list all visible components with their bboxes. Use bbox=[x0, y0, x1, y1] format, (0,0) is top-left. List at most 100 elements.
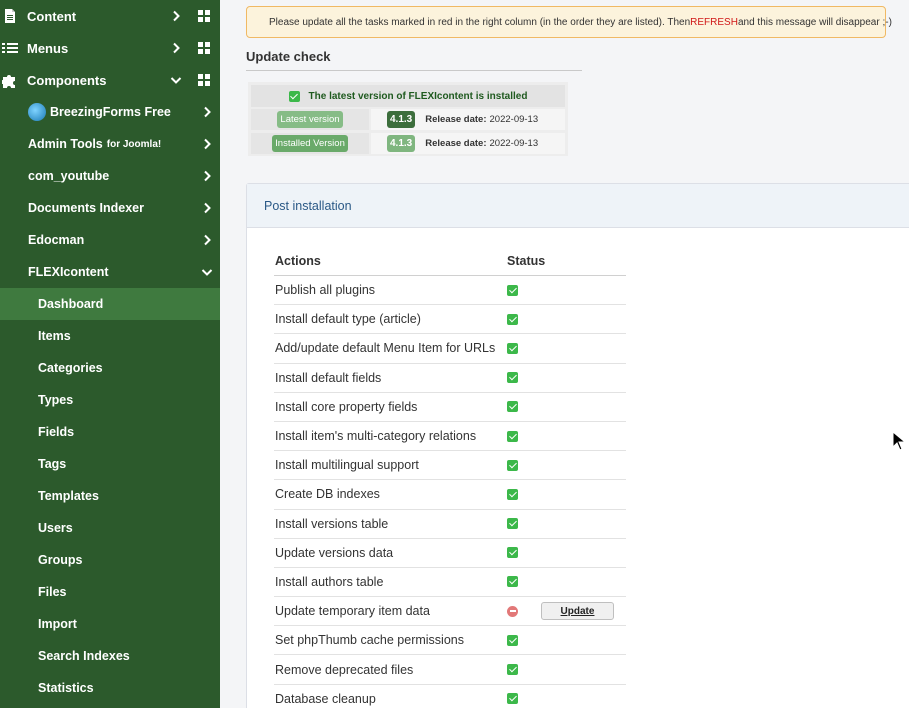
status-cell bbox=[507, 342, 626, 354]
sidebar-item-label: Groups bbox=[38, 553, 83, 567]
sidebar-item-label: Documents Indexer bbox=[28, 201, 145, 215]
sidebar-item-breezingforms[interactable]: BreezingForms Free bbox=[0, 96, 220, 128]
status-cell bbox=[507, 401, 626, 413]
actions-table: Actions Status Publish all plugins Instal… bbox=[274, 246, 626, 708]
table-row: Install default fields bbox=[274, 364, 626, 393]
sidebar-item-menus[interactable]: Menus bbox=[0, 32, 220, 64]
action-label: Install authors table bbox=[275, 574, 384, 589]
status-column-header: Status bbox=[507, 253, 546, 268]
check-icon bbox=[507, 430, 518, 442]
mouse-cursor-icon bbox=[892, 431, 906, 451]
action-label: Update temporary item data bbox=[275, 604, 430, 619]
pending-icon bbox=[507, 605, 518, 617]
sidebar: Content Menus Components BreezingForms F… bbox=[0, 0, 220, 708]
table-row: Install authors table bbox=[274, 568, 626, 598]
sidebar-item-dashboard[interactable]: Dashboard bbox=[0, 288, 220, 320]
check-icon bbox=[288, 90, 300, 102]
sidebar-item-admin-tools[interactable]: Admin Tools for Joomla! bbox=[0, 128, 220, 160]
sidebar-item-items[interactable]: Items bbox=[0, 320, 220, 352]
sidebar-item-flexicontent[interactable]: FLEXIcontent bbox=[0, 256, 220, 288]
alert-text: Please update all the tasks marked in re… bbox=[269, 16, 691, 28]
action-label: Install multilingual support bbox=[275, 458, 419, 473]
sidebar-item-files[interactable]: Files bbox=[0, 576, 220, 608]
status-cell bbox=[507, 313, 626, 325]
update-check-panel: The latest version of FLEXIcontent is in… bbox=[248, 82, 568, 156]
sidebar-item-label: Edocman bbox=[28, 233, 85, 247]
sidebar-item-label: BreezingForms Free bbox=[50, 105, 171, 119]
sidebar-item-categories[interactable]: Categories bbox=[0, 352, 220, 384]
sidebar-item-templates[interactable]: Templates bbox=[0, 480, 220, 512]
latest-version-badge: 4.1.3 bbox=[387, 111, 416, 128]
sidebar-item-label: Admin Tools bbox=[28, 137, 103, 151]
sidebar-item-import[interactable]: Import bbox=[0, 608, 220, 640]
status-cell bbox=[507, 634, 626, 646]
chevron-right-icon bbox=[201, 234, 213, 246]
divider bbox=[246, 70, 582, 71]
status-cell bbox=[507, 664, 626, 676]
sidebar-item-label: com_youtube bbox=[28, 169, 110, 183]
sidebar-item-label: Categories bbox=[38, 361, 103, 375]
update-button[interactable]: Update bbox=[541, 602, 614, 621]
sidebar-item-label: Search Indexes bbox=[38, 649, 130, 663]
sidebar-item-edocman[interactable]: Edocman bbox=[0, 224, 220, 256]
table-header: Actions Status bbox=[274, 246, 626, 276]
sidebar-item-statistics[interactable]: Statistics bbox=[0, 672, 220, 704]
chevron-right-icon bbox=[201, 106, 213, 118]
table-row: Install multilingual support bbox=[274, 451, 626, 481]
sidebar-item-content[interactable]: Content bbox=[0, 0, 220, 32]
action-label: Install item's multi-category relations bbox=[275, 429, 477, 444]
sidebar-item-label: Items bbox=[38, 329, 71, 343]
table-row: Publish all plugins bbox=[274, 276, 626, 306]
action-label: Update versions data bbox=[275, 545, 394, 560]
status-cell bbox=[507, 284, 626, 296]
sidebar-item-label: Files bbox=[38, 585, 67, 599]
sidebar-item-label: Dashboard bbox=[38, 297, 104, 311]
sidebar-item-label: Menus bbox=[27, 40, 69, 56]
sidebar-item-components[interactable]: Components bbox=[0, 64, 220, 96]
latest-version-row: Latest version 4.1.3 Release date: 2022-… bbox=[251, 108, 565, 131]
chevron-right-icon bbox=[170, 42, 182, 54]
action-label: Install default fields bbox=[275, 370, 382, 385]
sidebar-item-users[interactable]: Users bbox=[0, 512, 220, 544]
sidebar-item-com-youtube[interactable]: com_youtube bbox=[0, 160, 220, 192]
check-icon bbox=[507, 518, 518, 530]
check-icon bbox=[507, 401, 518, 413]
status-cell bbox=[507, 518, 626, 530]
chevron-right-icon bbox=[201, 138, 213, 150]
table-row: Update versions data bbox=[274, 539, 626, 568]
chevron-right-icon bbox=[170, 10, 182, 22]
table-row: Remove deprecated files bbox=[274, 655, 626, 685]
sidebar-item-label: Users bbox=[38, 521, 73, 535]
table-row: Create DB indexes bbox=[274, 480, 626, 510]
sidebar-item-tags[interactable]: Tags bbox=[0, 448, 220, 480]
check-icon bbox=[507, 459, 518, 471]
table-row: Add/update default Menu Item for URLs bbox=[274, 334, 626, 364]
sidebar-item-label: Content bbox=[27, 8, 77, 24]
sidebar-item-fields[interactable]: Fields bbox=[0, 416, 220, 448]
status-cell: Update bbox=[507, 602, 626, 621]
sidebar-item-search-indexes[interactable]: Search Indexes bbox=[0, 640, 220, 672]
table-row: Set phpThumb cache permissions bbox=[274, 626, 626, 656]
release-date-value: 2022-09-13 bbox=[489, 114, 539, 125]
status-cell bbox=[507, 488, 626, 500]
breezingforms-logo-icon bbox=[28, 103, 46, 121]
action-label: Database cleanup bbox=[275, 691, 376, 706]
sidebar-item-groups[interactable]: Groups bbox=[0, 544, 220, 576]
status-cell bbox=[507, 430, 626, 442]
chevron-down-icon bbox=[201, 266, 213, 278]
update-status: The latest version of FLEXIcontent is in… bbox=[251, 85, 565, 107]
action-label: Set phpThumb cache permissions bbox=[275, 633, 464, 648]
table-row: Install default type (article) bbox=[274, 305, 626, 335]
dashboard-grid-icon[interactable] bbox=[198, 74, 210, 86]
sidebar-item-label: Templates bbox=[38, 489, 99, 503]
check-icon bbox=[507, 547, 518, 559]
sidebar-item-types[interactable]: Types bbox=[0, 384, 220, 416]
installed-version-label: Installed Version bbox=[272, 135, 348, 152]
sidebar-item-documents-indexer[interactable]: Documents Indexer bbox=[0, 192, 220, 224]
refresh-text: REFRESH bbox=[690, 16, 738, 28]
table-row: Install versions table bbox=[274, 510, 626, 539]
dashboard-grid-icon[interactable] bbox=[198, 10, 210, 22]
release-date-label: Release date: bbox=[425, 138, 487, 149]
dashboard-grid-icon[interactable] bbox=[198, 42, 210, 54]
list-icon bbox=[2, 43, 18, 53]
